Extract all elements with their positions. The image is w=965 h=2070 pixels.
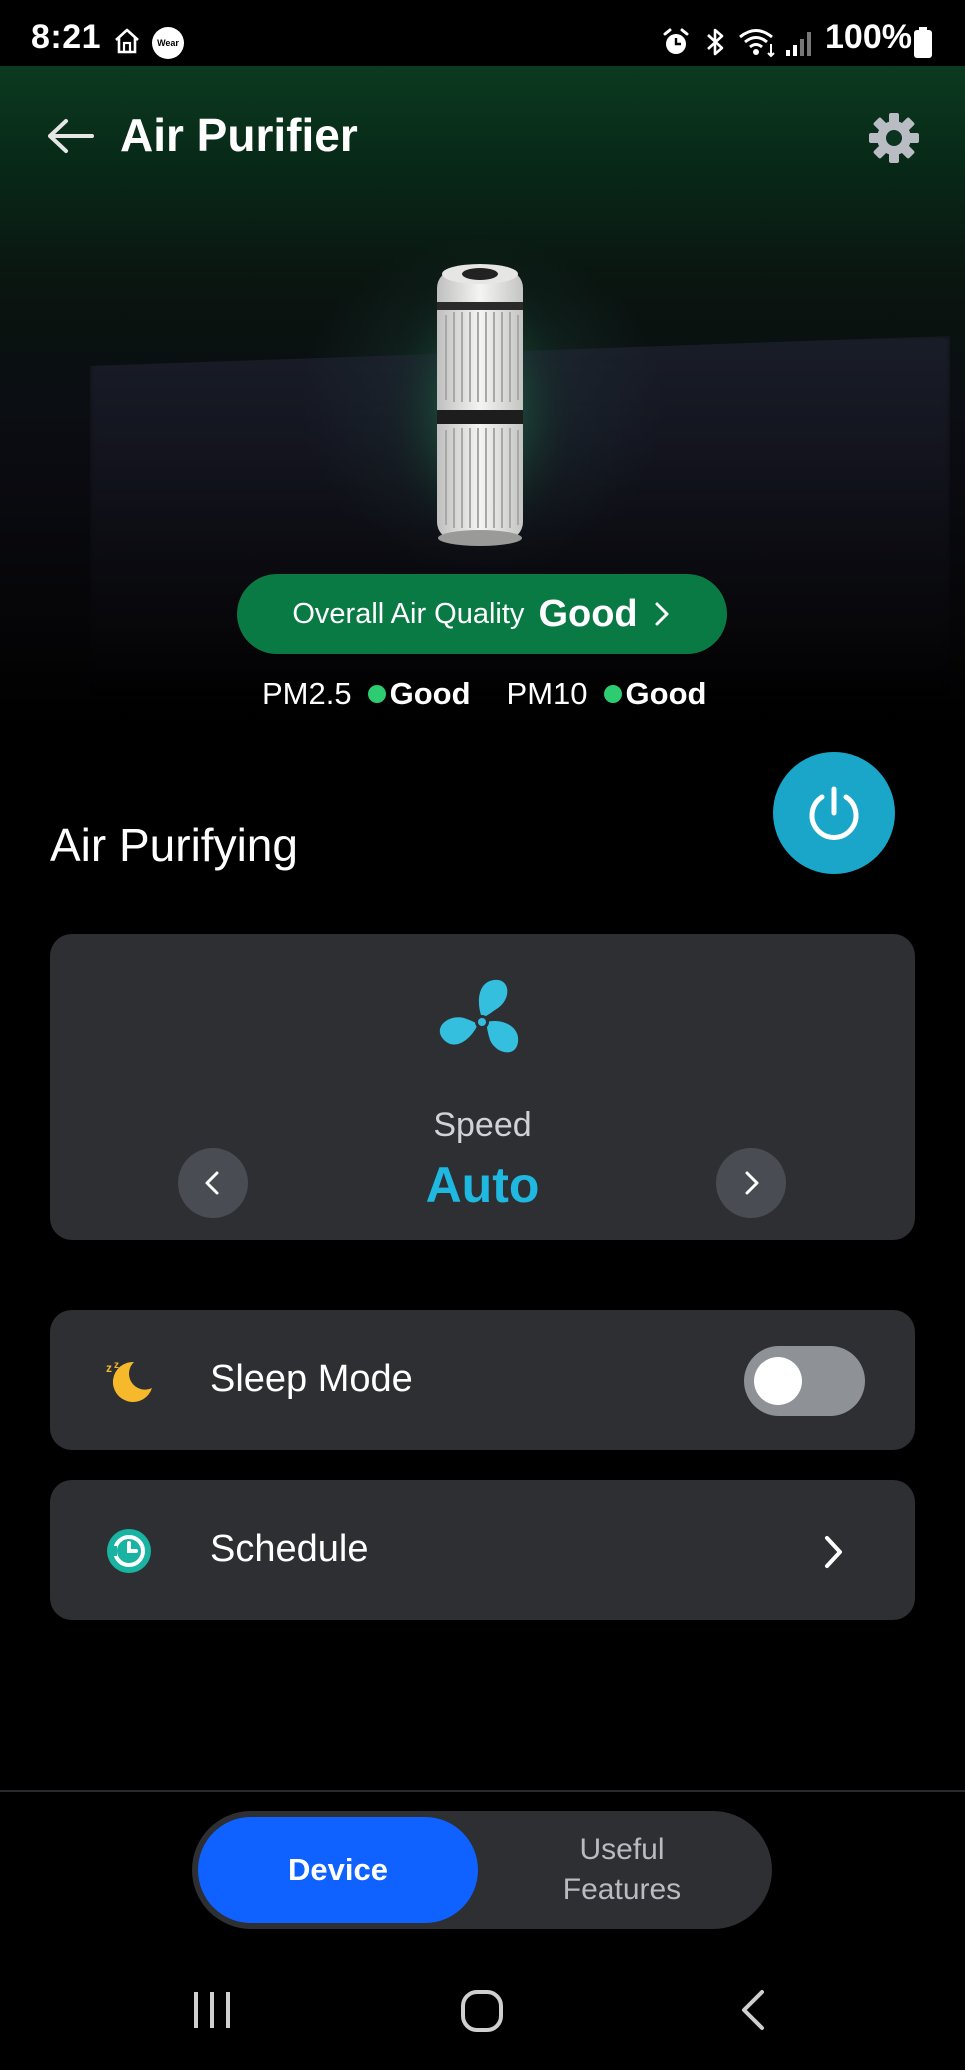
bottom-tab-bar: Device Useful Features [192, 1811, 772, 1929]
pm10-status-dot [603, 685, 622, 703]
chevron-right-icon [745, 1171, 759, 1195]
speed-increase-button[interactable] [716, 1148, 786, 1218]
pm10-label: PM10 [506, 676, 588, 711]
battery-icon [914, 27, 932, 58]
back-nav-icon[interactable] [736, 1988, 770, 2032]
signal-icon [786, 32, 811, 56]
power-button[interactable] [773, 752, 895, 874]
sleep-mode-label: Sleep Mode [210, 1358, 413, 1400]
speed-label: Speed [433, 1106, 532, 1144]
back-arrow-icon[interactable] [44, 116, 96, 156]
recent-apps-icon[interactable] [190, 1988, 234, 2032]
clock-icon [107, 1529, 151, 1573]
tab-useful-line1: Useful [579, 1833, 665, 1866]
bluetooth-icon [707, 28, 724, 56]
sleep-mode-toggle[interactable] [744, 1346, 865, 1416]
wifi-icon [739, 29, 775, 58]
gear-icon[interactable] [866, 110, 922, 166]
system-nav-bar [0, 1950, 965, 2070]
speed-decrease-button[interactable] [178, 1148, 248, 1218]
home-nav-icon[interactable] [459, 1988, 505, 2034]
chevron-left-icon [205, 1171, 219, 1195]
air-quality-label: Overall Air Quality [292, 597, 525, 630]
speed-value: Auto [425, 1157, 540, 1213]
chevron-right-icon[interactable] [818, 1532, 848, 1572]
tab-device[interactable]: Device [198, 1817, 478, 1923]
status-bar: 8:21 Wear 100% [0, 0, 965, 66]
svg-text:z: z [106, 1361, 112, 1375]
bottom-divider [0, 1790, 965, 1792]
section-title: Air Purifying [50, 819, 298, 871]
battery-percent: 100% [825, 18, 912, 56]
toggle-knob [754, 1357, 802, 1405]
sleep-moon-icon: z z [106, 1360, 152, 1402]
schedule-label: Schedule [210, 1528, 369, 1570]
pm10-value: Good [625, 676, 707, 711]
pm-readings: PM2.5 Good PM10 Good [262, 676, 706, 712]
fan-icon [439, 979, 519, 1053]
pm25-status-dot [367, 685, 386, 703]
schedule-row[interactable] [50, 1480, 915, 1620]
pm25-label: PM2.5 [262, 676, 352, 711]
air-quality-value: Good [538, 592, 638, 635]
wear-icon: Wear [152, 27, 184, 59]
power-icon [809, 786, 859, 840]
page-title: Air Purifier [120, 109, 358, 161]
home-icon [115, 28, 139, 54]
air-purifier-illustration [385, 264, 575, 550]
chevron-right-icon [655, 602, 669, 626]
status-time: 8:21 [31, 18, 102, 56]
tab-useful-features[interactable]: Useful Features [492, 1821, 752, 1919]
tab-useful-line2: Features [562, 1873, 682, 1906]
pm25-value: Good [389, 676, 471, 711]
svg-text:z: z [114, 1360, 119, 1371]
overall-air-quality-button[interactable]: Overall Air Quality Good [237, 574, 727, 654]
alarm-icon [663, 28, 689, 54]
